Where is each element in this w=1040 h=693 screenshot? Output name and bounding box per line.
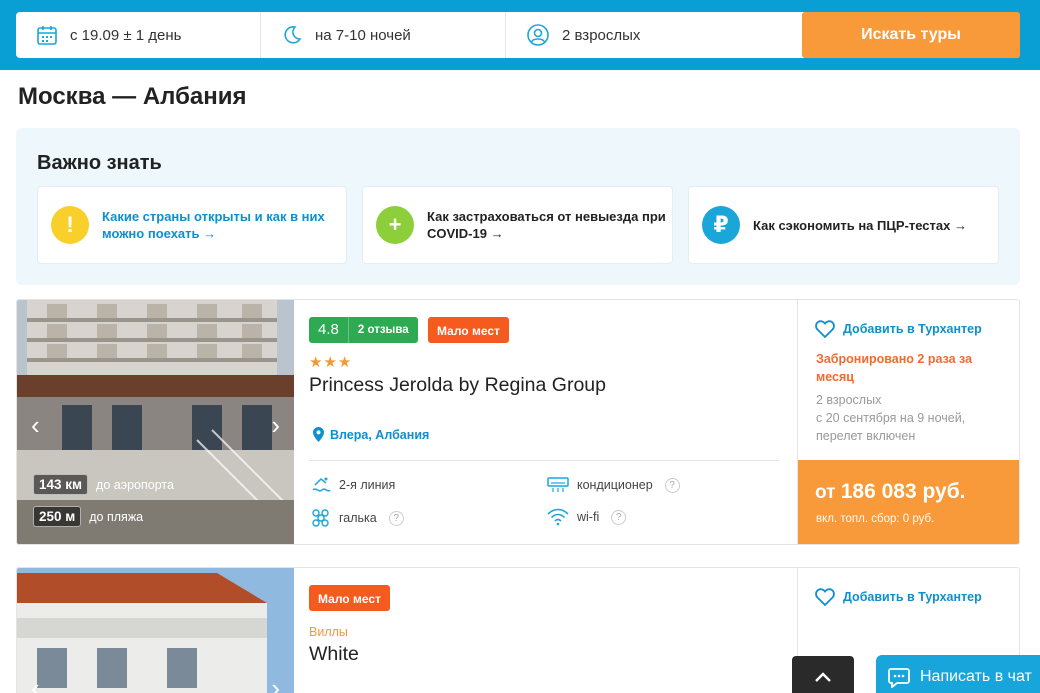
guests-field[interactable]: 2 взрослых [506, 12, 802, 58]
rating-score: 4.8 [309, 317, 348, 343]
hotel-photo-image [17, 568, 294, 693]
amenity-beach: галька ? [311, 508, 404, 528]
info-card-link[interactable]: Какие страны открыты и как в них можно п… [102, 208, 346, 242]
airport-distance-label: до аэропорта [96, 477, 174, 492]
rating-badge[interactable]: 4.8 2 отзыва [309, 317, 418, 343]
calendar-icon [37, 26, 57, 45]
hotel-location[interactable]: Влера, Албания [313, 427, 429, 442]
nights-value: на 7-10 ночей [315, 26, 411, 44]
airport-distance-value: 143 км [33, 474, 89, 495]
price-button[interactable]: от 186 083 руб. вкл. топл. сбор: 0 руб. [798, 460, 1019, 544]
amenity-wifi-text: wi-fi [577, 510, 600, 524]
plus-icon: + [376, 206, 414, 244]
air-conditioner-icon [547, 477, 569, 492]
offer-guests: 2 взрослых [816, 393, 882, 407]
nights-field[interactable]: на 7-10 ночей [261, 12, 506, 58]
pebbles-icon [312, 509, 329, 527]
photo-prev-arrow-icon[interactable]: ‹ [31, 410, 40, 441]
hotel-name[interactable]: Princess Jerolda by Regina Group [309, 374, 606, 397]
hotel-stars: ★★★ [309, 354, 353, 371]
add-to-favorites-label: Добавить в Турхантер [843, 590, 982, 604]
beach-distance-label: до пляжа [89, 509, 144, 524]
info-card-open-countries[interactable]: ! Какие страны открыты и как в них можно… [37, 186, 347, 264]
guests-value: 2 взрослых [562, 26, 641, 44]
photo-next-arrow-icon[interactable]: › [271, 410, 280, 441]
hotel-photo[interactable]: ‹ › 143 км до аэропорта 250 м до пляжа [17, 300, 294, 544]
booked-count: Забронировано 2 раза за месяц [816, 352, 973, 384]
hotel-info: 4.8 2 отзыва Мало мест ★★★ Princess Jero… [309, 300, 797, 544]
add-to-favorites-button[interactable]: Добавить в Турхантер [815, 588, 982, 606]
amenity-line: 2-я линия [311, 476, 395, 494]
date-field[interactable]: с 19.09 ± 1 день [16, 12, 261, 58]
hotel-category: Виллы [309, 625, 348, 639]
search-bar: с 19.09 ± 1 день на 7-10 ночей 2 взрослы… [0, 0, 1040, 70]
amenity-line-text: 2-я линия [339, 478, 396, 492]
few-places-badge: Мало мест [428, 317, 509, 343]
beach-distance-value: 250 м [33, 506, 82, 527]
few-places-badge: Мало мест [309, 585, 390, 611]
chat-button[interactable]: Написать в чат [876, 655, 1040, 693]
ruble-icon: ₽ [702, 206, 740, 244]
search-tours-button[interactable]: Искать туры [802, 12, 1020, 58]
info-card-pcr-savings[interactable]: ₽ Как сэкономить на ПЦР-тестах → [688, 186, 999, 264]
hotel-photo[interactable]: ‹ › [17, 568, 294, 693]
offer-dates: с 20 сентября на 9 ночей, [816, 411, 966, 425]
offer-details: 2 взрослых с 20 сентября на 9 ночей, пер… [816, 391, 1016, 445]
amenity-wifi: wi-fi ? [547, 508, 627, 526]
hotel-card: ‹ › 143 км до аэропорта 250 м до пляжа 4… [16, 299, 1020, 545]
amenity-ac-text: кондиционер [577, 478, 653, 492]
help-icon[interactable]: ? [611, 509, 627, 525]
amenity-ac: кондиционер ? [547, 476, 680, 494]
hotel-info: Мало мест Виллы White [309, 568, 797, 693]
important-info-panel: Важно знать ! Какие страны открыты и как… [16, 128, 1020, 285]
chat-label: Написать в чат [920, 668, 1032, 685]
price-prefix: от [815, 482, 836, 503]
location-text: Влера, Албания [330, 427, 430, 442]
heart-icon [815, 588, 835, 606]
moon-icon [284, 26, 302, 44]
user-icon [527, 24, 549, 46]
offer-flight: перелет включен [816, 429, 916, 443]
add-to-favorites-button[interactable]: Добавить в Турхантер [815, 320, 982, 338]
price: от 186 083 руб. [815, 480, 966, 504]
chevron-up-icon [815, 672, 831, 682]
page-title: Москва — Албания [18, 83, 247, 110]
add-to-favorites-label: Добавить в Турхантер [843, 322, 982, 336]
help-icon[interactable]: ? [388, 510, 404, 526]
beach-distance: 250 м до пляжа [33, 506, 143, 527]
fuel-fee-note: вкл. топл. сбор: 0 руб. [816, 513, 935, 525]
divider [309, 460, 779, 461]
date-value: с 19.09 ± 1 день [70, 26, 182, 44]
hotel-offer-panel: Добавить в Турхантер Забронировано 2 раз… [797, 300, 1019, 544]
help-icon[interactable]: ? [664, 477, 680, 493]
info-card-link[interactable]: Как сэкономить на ПЦР-тестах → [753, 217, 967, 234]
waves-icon [312, 477, 331, 492]
map-pin-icon [313, 427, 324, 442]
search-form: с 19.09 ± 1 день на 7-10 ночей 2 взрослы… [16, 12, 1020, 58]
price-value: 186 083 руб. [840, 480, 966, 503]
scroll-to-top-button[interactable] [792, 656, 854, 693]
info-card-link[interactable]: Как застраховаться от невыезда при COVID… [427, 208, 672, 242]
hotel-card: ‹ › Мало мест Виллы White Добавить в Тур… [16, 567, 1020, 693]
reviews-count: 2 отзыва [347, 317, 418, 343]
info-card-covid-insurance[interactable]: + Как застраховаться от невыезда при COV… [362, 186, 673, 264]
exclamation-icon: ! [51, 206, 89, 244]
photo-next-arrow-icon[interactable]: › [271, 673, 280, 693]
amenity-beach-text: галька [339, 511, 377, 525]
airport-distance: 143 км до аэропорта [33, 474, 174, 495]
wifi-icon [547, 508, 569, 526]
heart-icon [815, 320, 835, 338]
chat-icon [888, 668, 910, 688]
photo-prev-arrow-icon[interactable]: ‹ [31, 673, 40, 693]
important-title: Важно знать [37, 152, 162, 174]
hotel-name[interactable]: White [309, 643, 359, 666]
